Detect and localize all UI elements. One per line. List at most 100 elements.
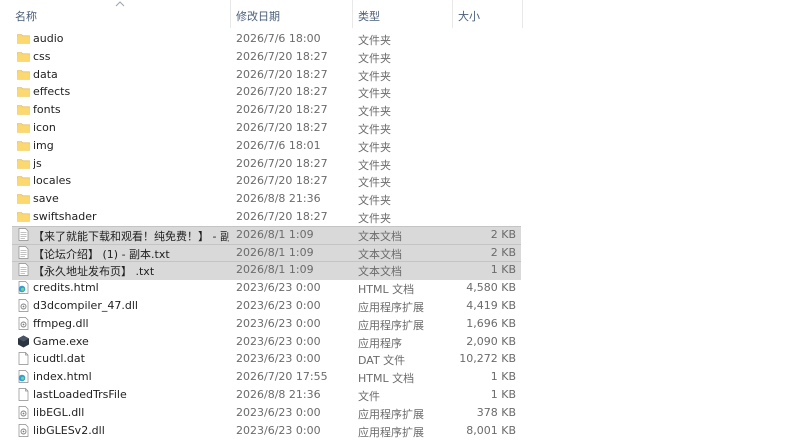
folder-icon — [17, 174, 30, 187]
file-type: 文件夹 — [358, 105, 391, 119]
file-date: 2026/7/20 17:55 — [236, 370, 328, 384]
edge-html-icon — [17, 370, 30, 383]
file-name[interactable]: icudtl.dat — [33, 352, 85, 365]
folder-icon — [17, 157, 30, 170]
file-size: 1 KB — [490, 370, 516, 384]
file-date: 2026/7/20 18:27 — [236, 120, 328, 134]
file-name[interactable]: data — [33, 68, 58, 81]
file-name[interactable]: css — [33, 50, 51, 63]
file-type: 文件夹 — [358, 122, 391, 136]
dll-file-icon — [17, 405, 30, 419]
file-name[interactable]: img — [33, 139, 54, 152]
file-name[interactable]: index.html — [33, 370, 92, 383]
file-row[interactable]: save 2026/8/8 21:36 文件夹 — [0, 190, 800, 208]
column-divider[interactable] — [230, 0, 231, 28]
folder-icon — [17, 103, 30, 116]
file-row[interactable]: libEGL.dll 2023/6/23 0:00 应用程序扩展 378 KB — [0, 404, 800, 422]
file-date: 2023/6/23 0:00 — [236, 423, 321, 437]
file-row[interactable]: 【永久地址发布页】 .txt 2026/8/1 1:09 文本文档 1 KB — [0, 261, 800, 281]
file-date: 2026/7/6 18:00 — [236, 32, 321, 45]
sort-ascending-icon — [115, 1, 125, 7]
file-row[interactable]: data 2026/7/20 18:27 文件夹 — [0, 66, 800, 84]
file-date: 2023/6/23 0:00 — [236, 334, 321, 348]
blank-file-icon — [17, 352, 30, 366]
file-date: 2026/8/1 1:09 — [236, 227, 314, 241]
file-name[interactable]: save — [33, 192, 59, 205]
file-name[interactable]: Game.exe — [33, 335, 89, 348]
file-row[interactable]: swiftshader 2026/7/20 18:27 文件夹 — [0, 208, 800, 226]
dll-file-icon — [17, 299, 30, 312]
file-date: 2023/6/23 0:00 — [236, 405, 321, 419]
file-row[interactable]: icon 2026/7/20 18:27 文件夹 — [0, 119, 800, 137]
file-type: 文本文档 — [358, 265, 402, 279]
file-row[interactable]: 【论坛介绍】 (1) - 副本.txt 2026/8/1 1:09 文本文档 2 KB — [0, 243, 800, 263]
file-row[interactable]: locales 2026/7/20 18:27 文件夹 — [0, 172, 800, 190]
file-row[interactable]: index.html 2026/7/20 17:55 HTML 文档 1 KB — [0, 368, 800, 386]
column-divider[interactable] — [522, 0, 523, 28]
file-size: 8,001 KB — [466, 423, 516, 437]
file-type: 文件 — [358, 389, 380, 403]
file-row[interactable]: fonts 2026/7/20 18:27 文件夹 — [0, 101, 800, 119]
file-type: 应用程序扩展 — [358, 300, 424, 314]
file-row[interactable]: css 2026/7/20 18:27 文件夹 — [0, 48, 800, 66]
file-row[interactable]: lastLoadedTrsFile 2026/8/8 21:36 文件 1 KB — [0, 386, 800, 404]
file-row[interactable]: audio 2026/7/6 18:00 文件夹 — [0, 30, 800, 48]
file-name[interactable]: 【永久地址发布页】 .txt — [33, 263, 154, 279]
file-name[interactable]: ffmpeg.dll — [33, 317, 89, 330]
file-name[interactable]: 【来了就能下载和观看！纯免费！】 - 副... — [33, 228, 229, 244]
file-date: 2023/6/23 0:00 — [236, 316, 321, 330]
game-exe-icon — [17, 335, 30, 348]
file-name[interactable]: effects — [33, 85, 70, 98]
folder-icon — [17, 210, 30, 223]
file-date: 2026/7/20 18:27 — [236, 209, 328, 223]
file-size: 2 KB — [490, 245, 516, 259]
column-divider[interactable] — [352, 0, 353, 28]
file-date: 2026/7/20 18:27 — [236, 103, 328, 117]
file-name[interactable]: libGLESv2.dll — [33, 424, 105, 437]
column-header-name[interactable]: 名称 — [15, 8, 37, 24]
file-name[interactable]: d3dcompiler_47.dll — [33, 299, 138, 312]
file-row[interactable]: d3dcompiler_47.dll 2023/6/23 0:00 应用程序扩展 4,… — [0, 297, 800, 315]
file-type: 应用程序扩展 — [358, 425, 424, 439]
file-name[interactable]: fonts — [33, 103, 61, 116]
column-divider[interactable] — [452, 0, 453, 28]
edge-html-icon — [17, 281, 30, 295]
file-row[interactable]: Game.exe 2023/6/23 0:00 应用程序 2,090 KB — [0, 333, 800, 351]
file-list: audio 2026/7/6 18:00 文件夹 css 2026/7/20 18:27… — [0, 30, 800, 439]
file-type: 文件夹 — [358, 34, 391, 47]
file-name[interactable]: lastLoadedTrsFile — [33, 388, 127, 401]
dll-file-icon — [17, 423, 30, 437]
file-type: 文件夹 — [358, 51, 391, 65]
file-name[interactable]: swiftshader — [33, 210, 97, 223]
file-row[interactable]: effects 2026/7/20 18:27 文件夹 — [0, 83, 800, 101]
file-name[interactable]: credits.html — [33, 281, 99, 294]
file-name[interactable]: 【论坛介绍】 (1) - 副本.txt — [33, 246, 170, 262]
file-row[interactable]: ffmpeg.dll 2023/6/23 0:00 应用程序扩展 1,696 KB — [0, 315, 800, 333]
file-name[interactable]: locales — [33, 174, 71, 187]
file-size: 4,419 KB — [466, 298, 516, 312]
column-header-type[interactable]: 类型 — [358, 8, 380, 24]
file-date: 2023/6/23 0:00 — [236, 281, 321, 295]
file-date: 2026/7/20 18:27 — [236, 49, 328, 63]
file-row[interactable]: 【来了就能下载和观看！纯免费！】 - 副... 2026/8/1 1:09 文本文档… — [0, 225, 800, 245]
column-header-date[interactable]: 修改日期 — [236, 8, 280, 24]
file-type: 文件夹 — [358, 211, 391, 225]
file-row[interactable]: credits.html 2023/6/23 0:00 HTML 文档 4,580 K… — [0, 279, 800, 297]
text-file-icon — [17, 245, 30, 259]
file-name[interactable]: icon — [33, 121, 56, 134]
file-name[interactable]: js — [33, 157, 42, 170]
file-name[interactable]: libEGL.dll — [33, 406, 84, 419]
column-header-size[interactable]: 大小 — [458, 8, 480, 24]
file-date: 2026/7/20 18:27 — [236, 85, 328, 99]
file-name[interactable]: audio — [33, 32, 63, 45]
file-type: 文件夹 — [358, 194, 391, 208]
file-date: 2026/7/20 18:27 — [236, 67, 328, 81]
file-date: 2026/8/8 21:36 — [236, 387, 321, 401]
file-row[interactable]: img 2026/7/6 18:01 文件夹 — [0, 137, 800, 155]
file-row[interactable]: icudtl.dat 2023/6/23 0:00 DAT 文件 10,272 KB — [0, 350, 800, 368]
dll-file-icon — [17, 316, 30, 330]
folder-icon — [17, 68, 30, 81]
file-row[interactable]: js 2026/7/20 18:27 文件夹 — [0, 155, 800, 173]
folder-icon — [17, 50, 30, 63]
file-date: 2026/8/1 1:09 — [236, 245, 314, 259]
